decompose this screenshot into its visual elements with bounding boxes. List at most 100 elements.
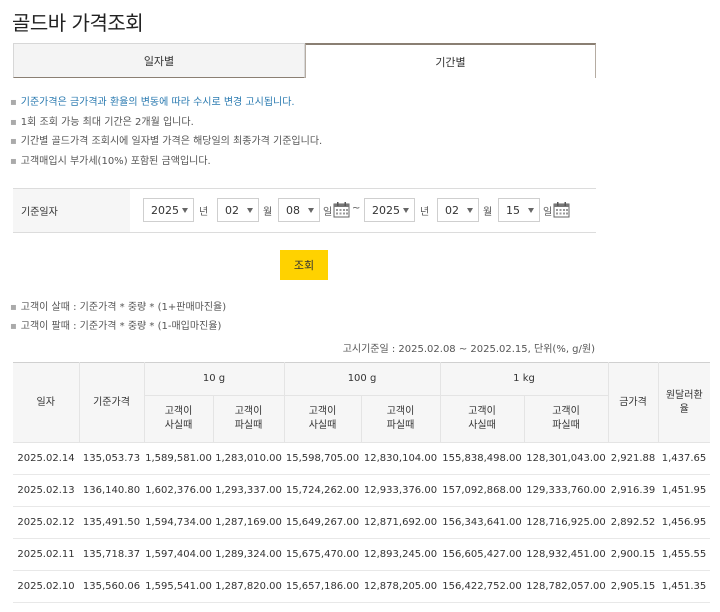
cell-sell-10g: 1,283,010.00 <box>213 442 284 475</box>
cell-sell-1kg: 129,333,760.00 <box>524 474 608 507</box>
cell-date: 2025.02.11 <box>13 538 79 571</box>
header-10g: 10 g <box>144 362 285 396</box>
to-day-select[interactable]: 15 <box>498 198 540 222</box>
cell-buy-10g: 1,595,541.00 <box>144 570 213 603</box>
table-row: 2025.02.14 135,053.73 1,589,581.00 1,283… <box>13 442 710 475</box>
cell-date: 2025.02.12 <box>13 506 79 539</box>
header-buy-100g: 고객이 사실때 <box>284 395 362 443</box>
bullet-icon: ▪ <box>10 97 17 108</box>
cell-sell-100g: 12,871,692.00 <box>361 506 440 539</box>
chevron-down-icon <box>182 208 188 213</box>
cell-sell-100g: 12,830,104.00 <box>361 442 440 475</box>
cell-date: 2025.02.14 <box>13 442 79 475</box>
chevron-down-icon <box>247 208 253 213</box>
cell-buy-100g: 15,649,267.00 <box>284 506 361 539</box>
cell-sell-1kg: 128,301,043.00 <box>524 442 608 475</box>
table-row: 2025.02.13 136,140.80 1,602,376.00 1,293… <box>13 474 710 507</box>
notice-list: ▪ 기준가격은 금가격과 환율의 변동에 따라 수시로 변경 고시됩니다. ▪ 1회… <box>10 93 322 171</box>
cell-sell-100g: 12,878,205.00 <box>361 570 440 603</box>
cell-date: 2025.02.10 <box>13 570 79 603</box>
header-fx-rate: 원달러환율 <box>658 362 710 443</box>
cell-fx-rate: 1,456.95 <box>658 506 710 539</box>
cell-sell-10g: 1,287,820.00 <box>213 570 284 603</box>
basis-date-text: 고시기준일 : 2025.02.08 ~ 2025.02.15, 단위(%, g… <box>342 344 595 355</box>
search-button[interactable]: 조회 <box>280 250 328 280</box>
cell-date: 2025.02.13 <box>13 474 79 507</box>
cell-fx-rate: 1,437.65 <box>658 442 710 475</box>
cell-buy-10g: 1,594,734.00 <box>144 506 213 539</box>
header-date: 일자 <box>13 362 80 443</box>
cell-buy-100g: 15,675,470.00 <box>284 538 361 571</box>
to-month-select[interactable]: 02 <box>437 198 479 222</box>
cell-gold-price: 2,900.15 <box>608 538 658 571</box>
chevron-down-icon <box>528 208 534 213</box>
price-table: 일자 기준가격 10 g 100 g 1 kg 금가격 원달러환율 고객이 사실… <box>13 362 710 603</box>
chevron-down-icon <box>403 208 409 213</box>
page-title: 골드바 가격조회 <box>12 11 144 35</box>
notice-item: ▪ 기간별 골드가격 조회시에 일자별 가격은 해당일의 최종가격 기준입니다. <box>10 136 323 147</box>
header-100g: 100 g <box>284 362 441 396</box>
cell-gold-price: 2,921.88 <box>608 442 658 475</box>
cell-fx-rate: 1,451.35 <box>658 570 710 603</box>
cell-sell-10g: 1,289,324.00 <box>213 538 284 571</box>
tab-by-date[interactable]: 일자별 <box>13 43 305 78</box>
cell-buy-10g: 1,589,581.00 <box>144 442 213 475</box>
cell-buy-1kg: 157,092,868.00 <box>440 474 524 507</box>
bullet-icon: ▪ <box>10 302 17 313</box>
cell-sell-1kg: 128,932,451.00 <box>524 538 608 571</box>
header-1kg: 1 kg <box>440 362 609 396</box>
header-base-price: 기준가격 <box>79 362 145 443</box>
unit-year: 년 <box>420 207 430 218</box>
cell-buy-100g: 15,724,262.00 <box>284 474 361 507</box>
bullet-icon: ▪ <box>10 136 17 147</box>
tab-by-period[interactable]: 기간별 <box>305 43 596 78</box>
formula-sell: ▪ 고객이 팔때 : 기준가격 * 중량 * (1-매입마진율) <box>10 321 222 332</box>
formula-buy: ▪ 고객이 살때 : 기준가격 * 중량 * (1+판매마진율) <box>10 302 227 313</box>
tab-bar: 일자별 기간별 <box>13 43 596 78</box>
cell-buy-1kg: 156,605,427.00 <box>440 538 524 571</box>
cell-base-price: 136,140.80 <box>79 474 144 507</box>
unit-month: 월 <box>263 207 273 218</box>
header-gold-price: 금가격 <box>608 362 659 443</box>
header-sell-1kg: 고객이 파실때 <box>524 395 609 443</box>
cell-buy-1kg: 156,343,641.00 <box>440 506 524 539</box>
calendar-icon[interactable] <box>553 201 570 218</box>
cell-buy-1kg: 155,838,498.00 <box>440 442 524 475</box>
cell-fx-rate: 1,451.95 <box>658 474 710 507</box>
table-row: 2025.02.10 135,560.06 1,595,541.00 1,287… <box>13 570 710 603</box>
table-row: 2025.02.11 135,718.37 1,597,404.00 1,289… <box>13 538 710 571</box>
unit-day: 일 <box>543 207 553 218</box>
unit-year: 년 <box>199 207 209 218</box>
cell-base-price: 135,718.37 <box>79 538 144 571</box>
header-buy-10g: 고객이 사실때 <box>144 395 214 443</box>
calendar-icon[interactable] <box>333 201 350 218</box>
search-form: 기준일자 2025 년 02 월 08 일 ~ 2025 년 02 월 15 일 <box>13 188 596 233</box>
unit-month: 월 <box>483 207 493 218</box>
cell-gold-price: 2,905.15 <box>608 570 658 603</box>
cell-base-price: 135,560.06 <box>79 570 144 603</box>
search-label: 기준일자 <box>13 189 130 232</box>
header-sell-10g: 고객이 파실때 <box>213 395 285 443</box>
header-buy-1kg: 고객이 사실때 <box>440 395 525 443</box>
chevron-down-icon <box>308 208 314 213</box>
from-day-select[interactable]: 08 <box>278 198 320 222</box>
cell-sell-1kg: 128,782,057.00 <box>524 570 608 603</box>
unit-day: 일 <box>323 207 333 218</box>
date-range-separator: ~ <box>352 203 361 214</box>
cell-buy-100g: 15,598,705.00 <box>284 442 361 475</box>
cell-sell-10g: 1,287,169.00 <box>213 506 284 539</box>
to-year-select[interactable]: 2025 <box>364 198 415 222</box>
cell-buy-10g: 1,597,404.00 <box>144 538 213 571</box>
from-month-select[interactable]: 02 <box>217 198 259 222</box>
bullet-icon: ▪ <box>10 155 17 167</box>
cell-fx-rate: 1,455.55 <box>658 538 710 571</box>
cell-sell-100g: 12,933,376.00 <box>361 474 440 507</box>
cell-sell-10g: 1,293,337.00 <box>213 474 284 507</box>
cell-gold-price: 2,916.39 <box>608 474 658 507</box>
bullet-icon: ▪ <box>10 116 17 128</box>
cell-buy-1kg: 156,422,752.00 <box>440 570 524 603</box>
from-year-select[interactable]: 2025 <box>143 198 194 222</box>
cell-gold-price: 2,892.52 <box>608 506 658 539</box>
notice-item: ▪ 1회 조회 가능 최대 기간은 2개월 입니다. <box>10 116 194 128</box>
cell-sell-100g: 12,893,245.00 <box>361 538 440 571</box>
